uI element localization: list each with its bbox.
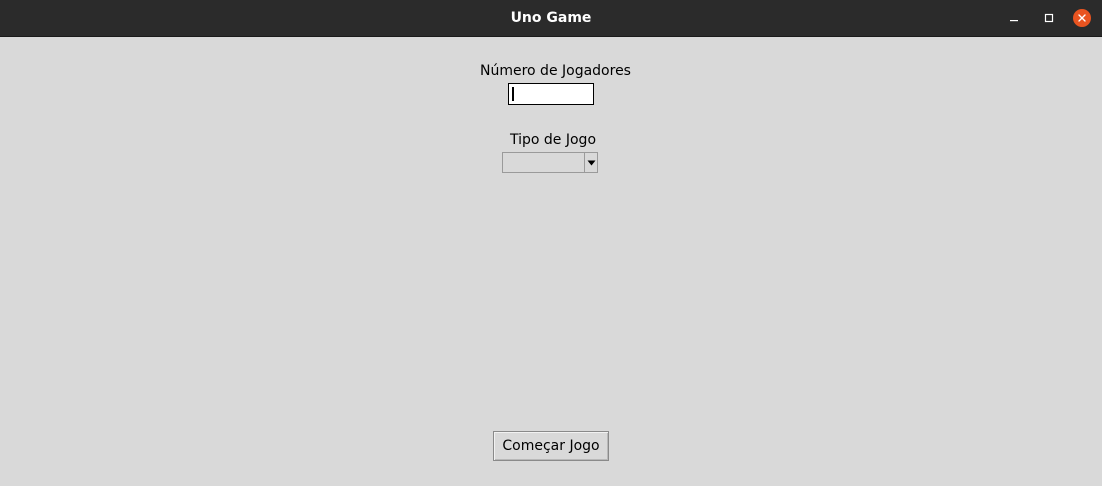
text-cursor [512, 87, 514, 101]
app-window: Uno Game Número de Jogadores Tipo de Jog… [0, 0, 1102, 486]
dropdown-button[interactable] [584, 153, 597, 172]
close-icon [1078, 14, 1086, 22]
minimize-icon [1010, 20, 1018, 22]
minimize-button[interactable] [1005, 9, 1023, 27]
game-type-label: Tipo de Jogo [510, 132, 597, 148]
maximize-icon [1044, 13, 1054, 23]
title-bar: Uno Game [0, 0, 1102, 37]
players-input[interactable] [508, 83, 594, 105]
players-label: Número de Jogadores [480, 63, 631, 79]
start-game-button[interactable]: Começar Jogo [493, 431, 609, 461]
window-title: Uno Game [510, 10, 592, 26]
chevron-down-icon [587, 160, 595, 165]
game-type-select[interactable] [502, 152, 598, 173]
maximize-button[interactable] [1040, 9, 1058, 27]
close-button[interactable] [1073, 9, 1091, 27]
